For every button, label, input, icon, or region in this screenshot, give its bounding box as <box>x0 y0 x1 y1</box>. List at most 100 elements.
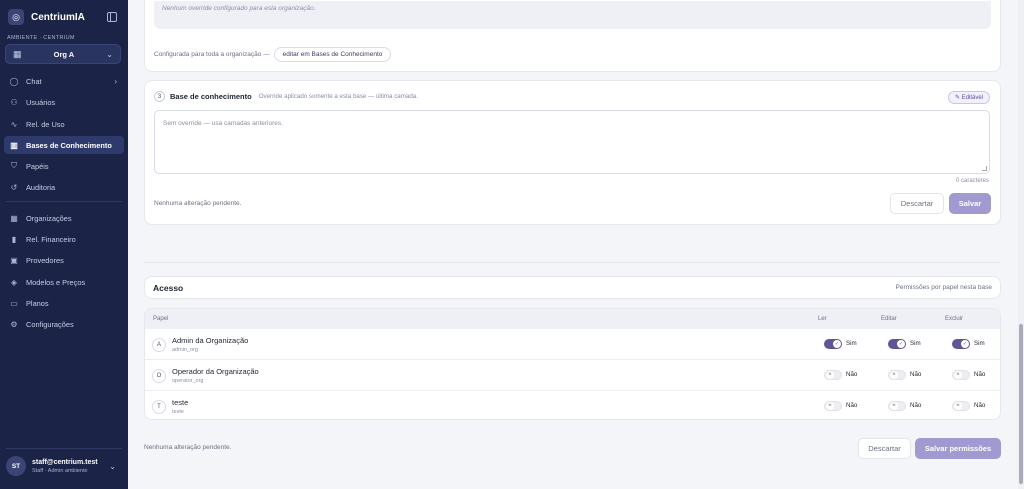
chevron-down-icon: ⌄ <box>109 462 116 471</box>
base-override-textarea[interactable]: Sem override — usa camadas anteriores. <box>154 110 990 174</box>
delete-value: Não <box>974 402 986 409</box>
sidebar-item-models[interactable]: ◈ Modelos e Preços <box>4 273 124 291</box>
org-override-text: Nenhum override configurado para esta or… <box>162 5 316 12</box>
sidebar-item-label: Bases de Conhecimento <box>26 140 112 150</box>
user-role: Staff · Admin ambiente <box>32 467 88 474</box>
building-icon: ▦ <box>13 48 22 59</box>
sidebar-item-plans[interactable]: ▭ Planos <box>4 294 124 312</box>
sidebar-item-label: Chat <box>26 76 42 86</box>
delete-value: Não <box>974 371 986 378</box>
access-pending-status: Nenhuma alteração pendente. <box>144 444 232 451</box>
org-config-text: Configurada para toda a organização — <box>154 51 270 58</box>
main-content: Nenhum override configurado para esta or… <box>128 0 1024 489</box>
settings-icon: ⚙ <box>10 319 18 329</box>
sidebar-item-label: Rel. de Uso <box>26 119 65 129</box>
table-row: O Operador da Organização operator_org N… <box>145 361 1000 391</box>
bar-chart-icon: ▮ <box>11 234 17 244</box>
delete-toggle[interactable] <box>952 370 970 380</box>
sidebar-item-audit[interactable]: ↺ Auditoria <box>4 178 124 196</box>
table-header: Papel Ler Editar Excluir <box>145 309 1000 329</box>
resize-handle[interactable] <box>982 166 987 171</box>
sidebar-item-usage[interactable]: ∿ Rel. de Uso <box>4 115 124 133</box>
access-discard-button[interactable]: Descartar <box>858 438 911 459</box>
org-selector[interactable]: ▦ Org A ⌄ <box>5 44 121 64</box>
column-header-read: Ler <box>818 316 827 322</box>
access-table: Papel Ler Editar Excluir A Admin da Orga… <box>144 308 1001 420</box>
sidebar-item-label: Provedores <box>26 255 64 265</box>
access-title: Acesso <box>153 283 184 293</box>
scrollbar-thumb[interactable] <box>1019 324 1023 484</box>
user-menu[interactable]: ST staff@centrium.test Staff · Admin amb… <box>6 456 122 476</box>
table-row: T teste teste Não Não Não <box>145 392 1000 419</box>
base-layer-header: 3 Base de conhecimento Override aplicado… <box>154 91 418 102</box>
sidebar-item-knowledge-bases[interactable]: ▥ Bases de Conhecimento <box>4 136 124 154</box>
org-layer-card: Nenhum override configurado para esta or… <box>144 0 1001 72</box>
sidebar-item-settings[interactable]: ⚙ Configurações <box>4 315 124 333</box>
role-slug: operator_org <box>172 378 204 384</box>
sidebar-item-label: Organizações <box>26 213 72 223</box>
sidebar-item-label: Auditoria <box>26 182 56 192</box>
role-slug: teste <box>172 409 184 415</box>
edit-in-knowledge-bases-link[interactable]: editar em Bases de Conhecimento <box>273 47 392 62</box>
layers-icon: ◈ <box>10 277 18 287</box>
avatar: ST <box>6 456 26 476</box>
logo-icon: ◎ <box>8 9 24 25</box>
sidebar-item-providers[interactable]: ▣ Provedores <box>4 251 124 269</box>
sidebar-item-chat[interactable]: ◯ Chat › <box>4 72 124 90</box>
step-number: 3 <box>154 91 165 102</box>
chip-icon: ▣ <box>10 255 18 265</box>
read-toggle[interactable] <box>824 401 842 411</box>
scrollbar[interactable] <box>1018 0 1024 489</box>
section-divider <box>144 262 1001 263</box>
discard-button[interactable]: Descartar <box>890 193 944 214</box>
history-icon: ↺ <box>10 182 18 192</box>
base-layer-card: 3 Base de conhecimento Override aplicado… <box>144 80 1001 225</box>
sidebar-item-label: Planos <box>26 298 49 308</box>
editable-badge: ✎ Editável <box>947 91 990 104</box>
sidebar-divider <box>6 448 122 449</box>
edit-value: Não <box>910 371 922 378</box>
role-avatar: T <box>152 400 166 414</box>
edit-toggle[interactable] <box>888 339 906 349</box>
char-count: 0 caracteres <box>955 178 989 184</box>
role-name: teste <box>172 398 189 407</box>
edit-toggle[interactable] <box>888 401 906 411</box>
sidebar-item-label: Configurações <box>26 319 74 329</box>
column-header-delete: Excluir <box>945 316 964 322</box>
org-selector-value: Org A <box>53 49 75 59</box>
chevron-right-icon: › <box>114 76 117 86</box>
users-icon: ⚇ <box>10 97 18 107</box>
role-avatar: A <box>152 338 166 352</box>
sidebar-item-roles[interactable]: ⛉ Papéis <box>4 157 124 175</box>
edit-value: Sim <box>910 340 921 347</box>
delete-value: Sim <box>974 340 985 347</box>
read-toggle[interactable] <box>824 339 842 349</box>
sidebar-item-label: Usuários <box>26 97 56 107</box>
edit-toggle[interactable] <box>888 370 906 380</box>
access-subtitle: Permissões por papel nesta base <box>895 284 992 291</box>
sidebar-item-users[interactable]: ⚇ Usuários <box>4 93 124 111</box>
base-layer-subtitle: Override aplicado somente a esta base — … <box>258 93 418 100</box>
role-name: Admin da Organização <box>172 336 249 345</box>
delete-toggle[interactable] <box>952 401 970 411</box>
read-value: Não <box>846 371 858 378</box>
read-toggle[interactable] <box>824 370 842 380</box>
sidebar-divider <box>6 201 122 202</box>
chat-icon: ◯ <box>9 76 19 86</box>
save-permissions-button[interactable]: Salvar permissões <box>915 438 1001 459</box>
read-value: Não <box>846 402 858 409</box>
textarea-placeholder: Sem override — usa camadas anteriores. <box>163 120 283 127</box>
book-icon: ▥ <box>10 140 18 150</box>
sidebar-item-label: Rel. Financeiro <box>26 234 76 244</box>
delete-toggle[interactable] <box>952 339 970 349</box>
edit-value: Não <box>910 402 922 409</box>
save-button[interactable]: Salvar <box>949 193 991 214</box>
user-email: staff@centrium.test <box>32 458 98 466</box>
role-avatar: O <box>152 369 166 383</box>
sidebar-item-organizations[interactable]: ▦ Organizações <box>4 209 124 227</box>
base-layer-title: Base de conhecimento <box>170 92 252 101</box>
collapse-sidebar-icon[interactable] <box>107 12 117 22</box>
chevron-down-icon: ⌄ <box>106 49 113 59</box>
sidebar-item-financial[interactable]: ▮ Rel. Financeiro <box>4 230 124 248</box>
building-icon: ▦ <box>10 213 18 223</box>
